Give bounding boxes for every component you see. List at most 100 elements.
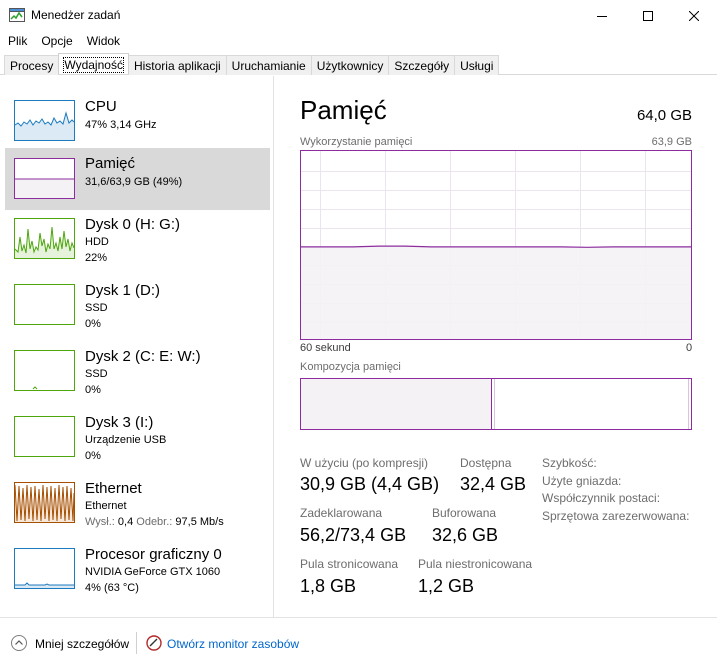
cpu-thumbnail-graph bbox=[14, 100, 75, 141]
tab-label: Uruchamianie bbox=[231, 59, 306, 73]
form-factor-label: Współczynnik postaci: bbox=[542, 491, 661, 505]
tab-startup[interactable]: Uruchamianie bbox=[225, 55, 312, 75]
chevron-up-icon[interactable] bbox=[11, 635, 27, 651]
sidebar-subtitle: SSD bbox=[85, 302, 108, 314]
close-icon bbox=[689, 10, 699, 21]
footer: Mniej szczegółów Otwórz monitor zasobów bbox=[0, 617, 717, 668]
in-use-value: 30,9 GB (4,4 GB) bbox=[300, 474, 440, 494]
cached-label: Buforowana bbox=[432, 506, 497, 520]
paged-pool-value: 1,8 GB bbox=[300, 576, 357, 596]
send-value: 0,4 bbox=[117, 516, 134, 528]
disk3-thumbnail-graph bbox=[14, 416, 75, 457]
graph-axis-end: 0 bbox=[686, 342, 693, 354]
available-label: Dostępna bbox=[460, 456, 512, 470]
nonpaged-pool-label: Pula niestronicowana bbox=[418, 557, 533, 571]
sidebar-subtitle: NVIDIA GeForce GTX 1060 bbox=[85, 566, 221, 578]
sidebar-value: 0% bbox=[85, 450, 101, 462]
sidebar-title: CPU bbox=[85, 98, 117, 115]
sidebar-item-disk2[interactable]: Dysk 2 (C: E: W:) SSD 0% bbox=[5, 342, 270, 404]
receive-label: Odebr.: bbox=[136, 516, 173, 528]
title-bar: Menedżer zadań bbox=[0, 0, 717, 31]
tab-label: Usługi bbox=[460, 59, 494, 73]
minimize-button[interactable] bbox=[579, 0, 625, 31]
sidebar-title: Dysk 1 (D:) bbox=[85, 282, 160, 299]
tab-users[interactable]: Użytkownicy bbox=[310, 55, 390, 75]
tab-label: Użytkownicy bbox=[316, 59, 384, 73]
maximize-button[interactable] bbox=[625, 0, 671, 31]
open-resource-monitor-link[interactable]: Otwórz monitor zasobów bbox=[167, 637, 299, 651]
fewer-details-label: Mniej szczegółów bbox=[35, 637, 130, 651]
sidebar-value: 22% bbox=[85, 252, 108, 264]
memory-usage-graph bbox=[300, 150, 692, 340]
sidebar-subtitle: HDD bbox=[85, 236, 109, 248]
sidebar-item-disk0[interactable]: Dysk 0 (H: G:) HDD 22% bbox=[5, 210, 270, 272]
sidebar-subtitle: Ethernet bbox=[85, 500, 127, 512]
sidebar-title: Procesor graficzny 0 bbox=[85, 546, 222, 563]
graph-axis-start: 60 sekund bbox=[300, 342, 351, 354]
sidebar-value: 0% bbox=[85, 318, 101, 330]
send-label: Wysł.: bbox=[85, 516, 115, 528]
disk1-thumbnail-graph bbox=[14, 284, 75, 325]
footer-separator bbox=[136, 632, 137, 654]
committed-value: 56,2/73,4 GB bbox=[300, 525, 407, 545]
in-use-label: W użyciu (po kompresji) bbox=[300, 456, 429, 470]
ethernet-thumbnail-graph bbox=[14, 482, 75, 523]
sidebar-item-memory[interactable]: Pamięć 31,6/63,9 GB (49%) bbox=[5, 148, 270, 210]
speed-label: Szybkość: bbox=[542, 456, 597, 470]
paged-pool-label: Pula stronicowana bbox=[300, 557, 399, 571]
tab-label: Szczegóły bbox=[394, 59, 450, 73]
fewer-details-button[interactable]: Mniej szczegółów bbox=[35, 637, 129, 651]
tab-app-history[interactable]: Historia aplikacji bbox=[127, 55, 227, 75]
disk2-thumbnail-graph bbox=[14, 350, 75, 391]
sidebar-item-ethernet[interactable]: Ethernet Ethernet Wysł.: 0,4 Odebr.: 97,… bbox=[5, 474, 270, 536]
available-value: 32,4 GB bbox=[460, 474, 527, 494]
tab-label: Historia aplikacji bbox=[133, 59, 221, 73]
sidebar-title: Ethernet bbox=[85, 480, 142, 497]
sidebar-value: 0% bbox=[85, 384, 101, 396]
tab-label: Wydajność bbox=[63, 57, 124, 73]
tab-label: Procesy bbox=[10, 59, 54, 73]
slots-used-label: Użyte gniazda: bbox=[542, 474, 622, 488]
task-manager-icon bbox=[9, 8, 25, 22]
close-button[interactable] bbox=[671, 0, 717, 31]
sidebar-value: 4% (63 °C) bbox=[85, 582, 139, 594]
sidebar-item-disk1[interactable]: Dysk 1 (D:) SSD 0% bbox=[5, 276, 270, 338]
tab-performance[interactable]: Wydajność bbox=[58, 53, 129, 74]
sidebar-title: Dysk 3 (I:) bbox=[85, 414, 154, 431]
sidebar-title: Dysk 2 (C: E: W:) bbox=[85, 348, 201, 365]
sidebar-item-cpu[interactable]: CPU 47% 3,14 GHz bbox=[5, 92, 270, 154]
memory-composition-bar bbox=[300, 378, 692, 430]
nonpaged-pool-value: 1,2 GB bbox=[418, 576, 475, 596]
sidebar-title: Pamięć bbox=[85, 155, 136, 172]
tab-services[interactable]: Usługi bbox=[454, 55, 500, 75]
resource-monitor-icon[interactable] bbox=[146, 635, 162, 651]
sidebar-subtitle: SSD bbox=[85, 368, 108, 380]
tab-bar: Procesy Wydajność Historia aplikacji Uru… bbox=[0, 53, 717, 75]
disk0-thumbnail-graph bbox=[14, 218, 75, 259]
composition-label: Kompozycja pamięci bbox=[300, 361, 401, 373]
maximize-icon bbox=[643, 10, 653, 21]
hardware-reserved-label: Sprzętowa zarezerwowana: bbox=[542, 509, 690, 523]
sidebar-title: Dysk 0 (H: G:) bbox=[85, 216, 181, 233]
sidebar-item-gpu[interactable]: Procesor graficzny 0 NVIDIA GeForce GTX … bbox=[5, 540, 270, 602]
tab-processes[interactable]: Procesy bbox=[4, 55, 60, 75]
usage-graph-max: 63,9 GB bbox=[651, 136, 692, 148]
resource-sidebar: CPU 47% 3,14 GHz Pamięć 31,6/63,9 GB (49… bbox=[0, 76, 274, 617]
receive-value: 97,5 Mb/s bbox=[175, 516, 224, 528]
cached-value: 32,6 GB bbox=[432, 525, 499, 545]
menu-bar: Plik Opcje Widok bbox=[0, 31, 717, 51]
ethernet-throughput: Wysł.: 0,4 Odebr.: 97,5 Mb/s bbox=[85, 514, 224, 530]
menu-file[interactable]: Plik bbox=[0, 31, 34, 51]
menu-options[interactable]: Opcje bbox=[34, 31, 79, 51]
tab-details[interactable]: Szczegóły bbox=[388, 55, 456, 75]
sidebar-subtitle: 47% 3,14 GHz bbox=[85, 119, 157, 131]
usage-graph-label: Wykorzystanie pamięci bbox=[300, 136, 413, 148]
window-title: Menedżer zadań bbox=[31, 8, 121, 22]
memory-total: 64,0 GB bbox=[636, 107, 692, 124]
sidebar-item-disk3[interactable]: Dysk 3 (I:) Urządzenie USB 0% bbox=[5, 408, 270, 470]
gpu-thumbnail-graph bbox=[14, 548, 75, 589]
page-title: Pamięć bbox=[300, 95, 387, 125]
memory-thumbnail-graph bbox=[14, 158, 75, 199]
menu-view[interactable]: Widok bbox=[80, 31, 127, 51]
minimize-icon bbox=[597, 15, 607, 17]
